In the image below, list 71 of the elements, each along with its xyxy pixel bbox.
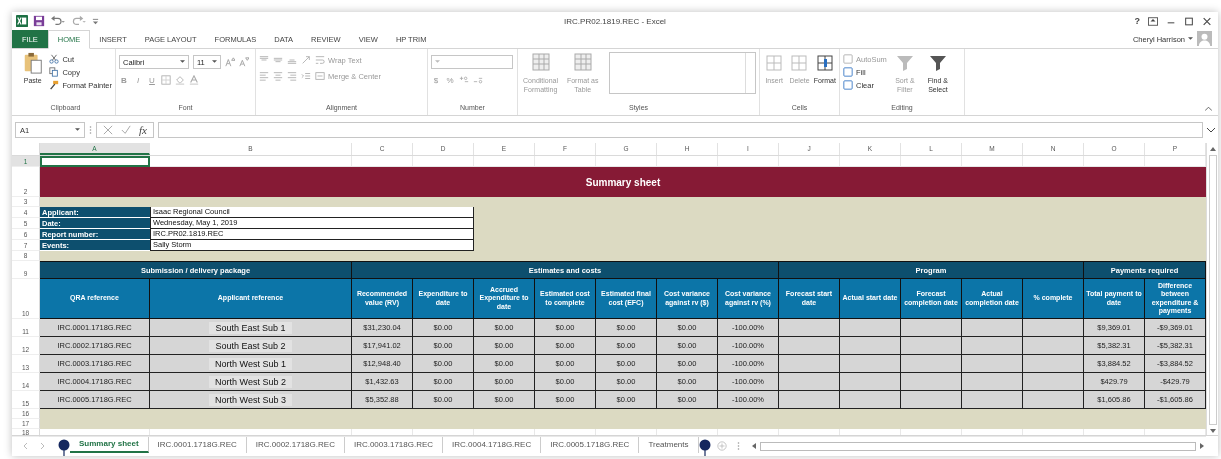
caret-icon [1188, 37, 1193, 41]
sheet-tab[interactable]: IRC.0002.1718G.REC [246, 436, 345, 453]
undo-icon[interactable] [50, 15, 66, 27]
table-cell: North West Sub 3 [209, 393, 292, 406]
title-cell: Summary sheet [40, 167, 1206, 197]
shrink-font-icon[interactable] [239, 57, 249, 67]
scissors-icon [49, 54, 60, 64]
ribbon-display-icon[interactable] [1148, 16, 1158, 26]
redo-icon[interactable] [71, 15, 87, 27]
help-button[interactable]: ? [1134, 16, 1140, 26]
font-color-icon[interactable] [189, 75, 199, 85]
align-center-icon[interactable] [273, 71, 283, 81]
align-middle-icon[interactable] [273, 55, 283, 65]
orientation-icon[interactable] [301, 55, 311, 65]
grip-icon [736, 441, 740, 451]
scroll-down-icon[interactable] [1209, 427, 1217, 435]
sheet-tab[interactable]: Treatments [639, 436, 699, 453]
add-sheet-icon[interactable] [716, 441, 727, 451]
table-cell: North West Sub 1 [209, 357, 292, 370]
decimal-increase-icon[interactable] [459, 75, 469, 85]
avatar-icon[interactable] [1197, 31, 1212, 46]
table-cell: South East Sub 1 [209, 321, 292, 334]
caret-icon [212, 60, 217, 64]
table-cell: South East Sub 2 [209, 339, 292, 352]
vertical-scrollbar[interactable] [1206, 143, 1218, 435]
square-icon [843, 67, 853, 77]
scroll-up-icon[interactable] [1209, 145, 1217, 153]
table-grid-icon [529, 52, 552, 74]
maximize-icon[interactable] [1184, 16, 1194, 26]
expand-icon[interactable] [1207, 127, 1215, 133]
cancel-icon[interactable] [103, 125, 113, 135]
caret-icon [180, 60, 185, 64]
formula-input[interactable] [157, 122, 1203, 138]
borders-icon[interactable] [161, 75, 171, 85]
enter-icon[interactable] [121, 125, 131, 135]
square-icon [843, 80, 853, 90]
table-grid-icon [571, 52, 594, 74]
save-icon[interactable] [33, 15, 45, 27]
fill-color-icon[interactable] [175, 75, 185, 85]
table-cell: North West Sub 2 [209, 375, 292, 388]
sheet-tab[interactable]: IRC.0004.1718G.REC [443, 436, 542, 453]
next-sheet-icon[interactable] [40, 442, 46, 450]
collapse-ribbon-icon[interactable] [1205, 106, 1212, 111]
align-left-icon[interactable] [259, 71, 269, 81]
grow-font-icon[interactable] [225, 57, 235, 67]
caret-icon [435, 60, 440, 64]
previous-sheet-icon[interactable] [22, 442, 28, 450]
customize-icon[interactable] [92, 16, 99, 26]
decimal-decrease-icon[interactable] [473, 75, 483, 85]
sheet-tab[interactable]: IRC.0003.1718G.REC [344, 436, 444, 453]
number-format-field[interactable] [431, 55, 513, 69]
insert-function-button[interactable]: fx [139, 124, 147, 136]
square-icon [843, 54, 853, 64]
wrap-text-icon [315, 55, 325, 65]
callout-marker [58, 439, 70, 456]
merge-cells-icon [315, 71, 325, 81]
window-title: IRC.PR02.1819.REC - Excel [564, 16, 666, 26]
copy-icon [49, 67, 60, 77]
scroll-right-icon[interactable] [1198, 442, 1206, 450]
grip-icon [89, 125, 92, 135]
align-right-icon[interactable] [287, 71, 297, 81]
close-icon[interactable] [1202, 16, 1212, 26]
sheet-tab[interactable]: IRC.0005.1718G.REC [541, 436, 640, 453]
callout-marker [698, 439, 711, 456]
sheet-tab[interactable]: IRC.0001.1718G.REC [148, 436, 247, 453]
selected-cell[interactable] [40, 156, 150, 167]
spreadsheet-app-icon[interactable] [16, 15, 28, 27]
brush-icon [49, 80, 60, 90]
cell-styles-gallery[interactable] [609, 52, 756, 94]
caret-icon [75, 128, 80, 132]
indent-icon[interactable] [301, 71, 311, 81]
